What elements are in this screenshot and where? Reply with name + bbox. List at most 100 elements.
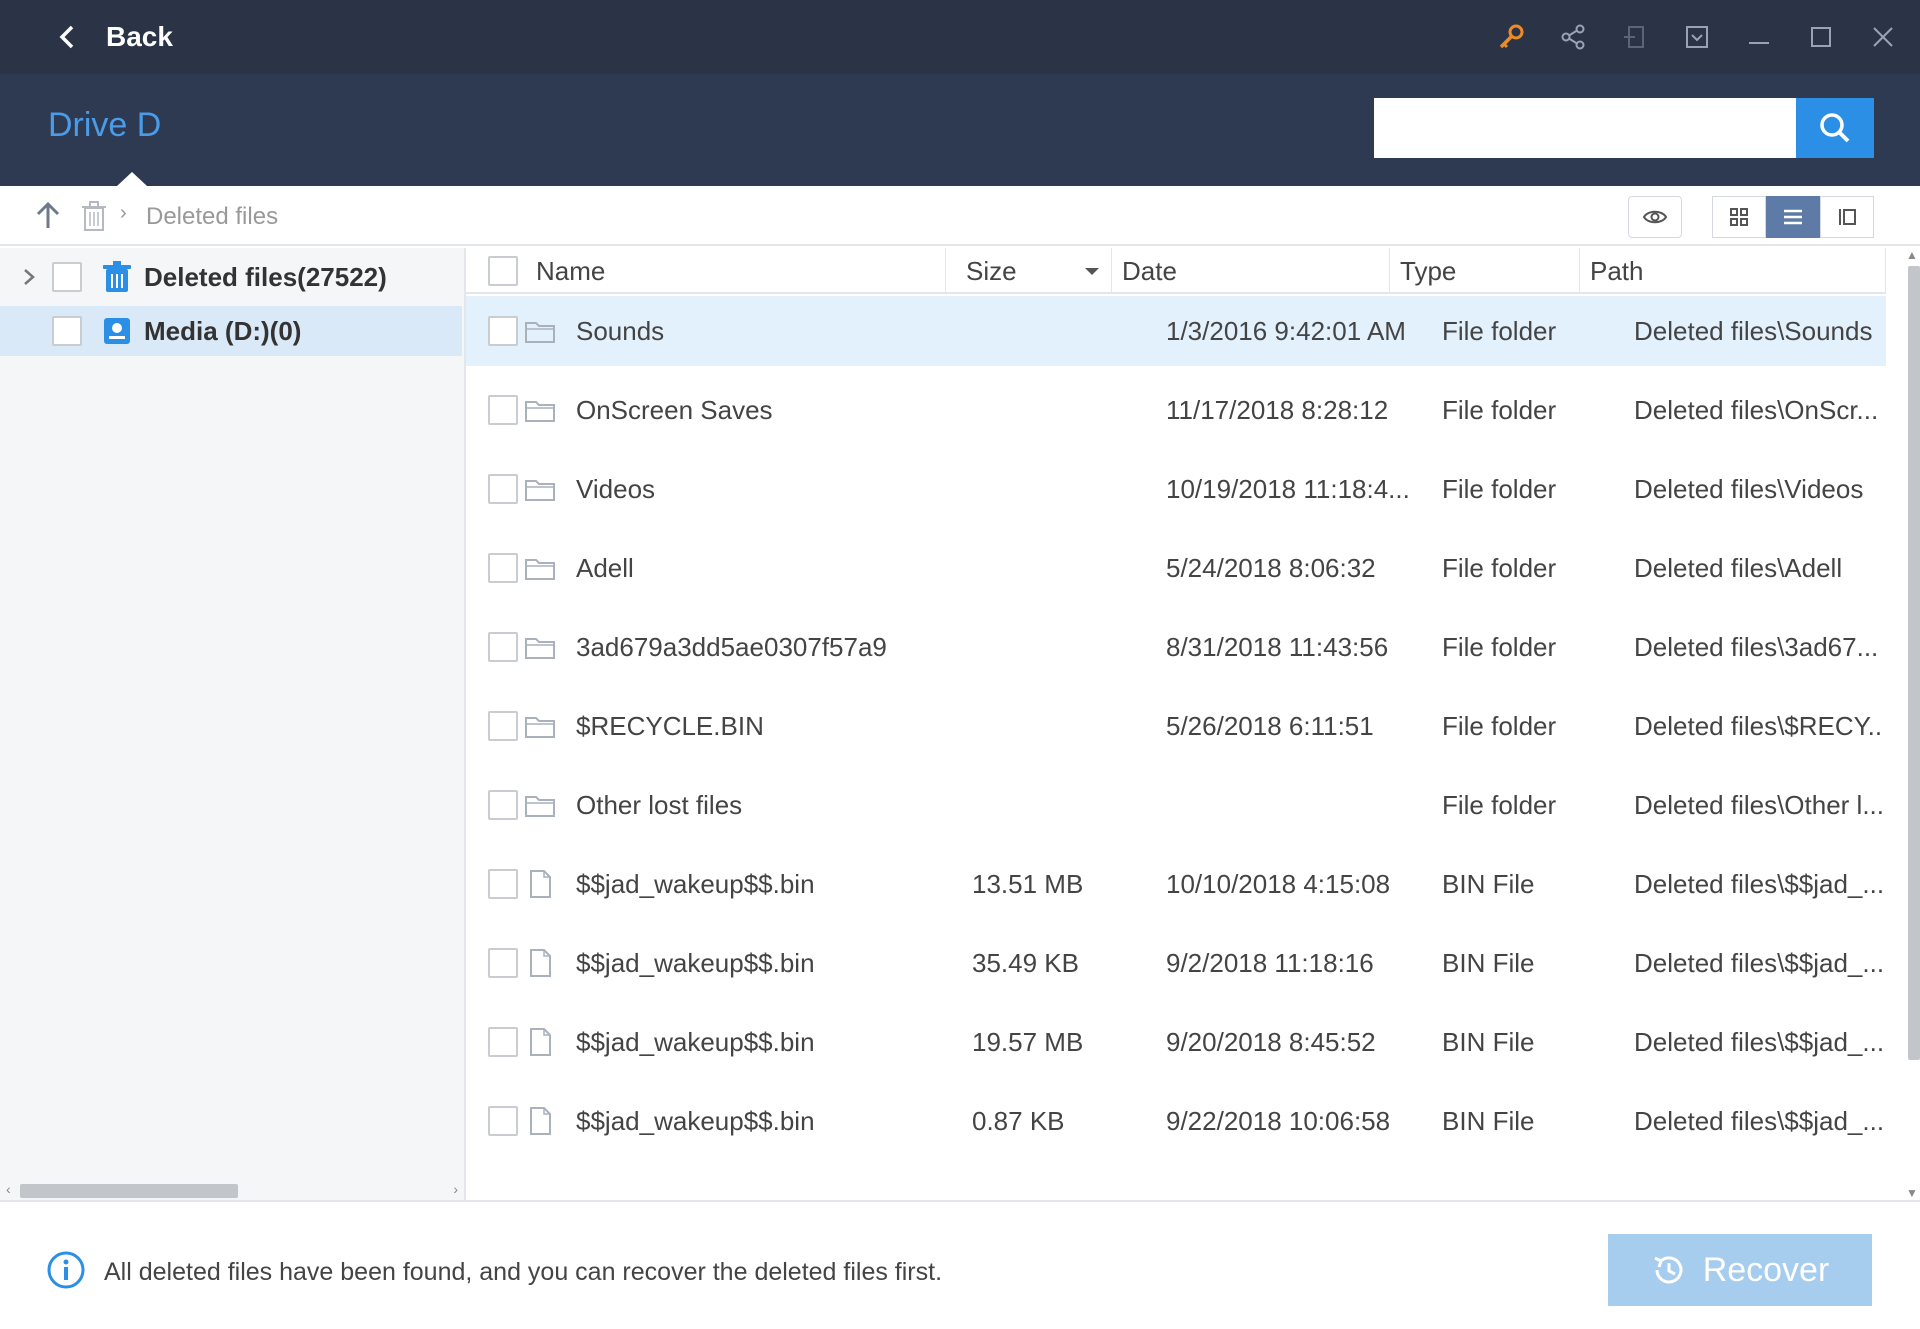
tree-item-deleted-files[interactable]: Deleted files(27522) [0,252,462,302]
scrollbar-thumb[interactable] [1908,266,1920,1060]
row-checkbox[interactable] [488,316,518,346]
row-checkbox[interactable] [488,1027,518,1057]
table-row[interactable]: $$jad_wakeup$$.bin 13.51 MB 10/10/2018 4:1… [466,849,1886,919]
row-checkbox[interactable] [488,790,518,820]
preview-button[interactable] [1628,196,1682,238]
recover-button[interactable]: Recover [1608,1234,1872,1306]
back-button[interactable]: Back [58,12,173,62]
table-row[interactable]: $$jad_wakeup$$.bin 0.87 KB 9/22/2018 10:06… [466,1086,1886,1156]
table-row[interactable]: Videos 10/19/2018 11:18:4... File folder De… [466,454,1886,524]
cell-type: File folder [1442,394,1557,425]
cell-size [972,770,1142,840]
list-icon [1784,209,1802,225]
table-row[interactable]: OnScreen Saves 11/17/2018 8:28:12 File fol… [466,375,1886,445]
cell-type: File folder [1442,552,1557,583]
trash-icon [103,261,131,292]
folder-icon [524,473,556,505]
tree-item-media-drive[interactable]: Media (D:)(0) [0,306,462,356]
cell-type: File folder [1442,789,1557,820]
cell-name: $RECYCLE.BIN [576,710,764,741]
table-row[interactable]: 3ad679a3dd5ae0307f57a9 8/31/2018 11:43:56… [466,612,1886,682]
select-all-checkbox[interactable] [488,256,518,286]
cell-path: Deleted files\$RECY... [1634,710,1884,741]
key-icon[interactable] [1494,20,1528,54]
cell-date: 5/26/2018 6:11:51 [1166,710,1374,741]
cell-size [972,612,1142,682]
cell-name: Videos [576,473,656,504]
column-header-date[interactable]: Date [1112,248,1390,294]
table-row[interactable]: $$jad_wakeup$$.bin 19.57 MB 9/20/2018 8:45… [466,1007,1886,1077]
scroll-up-icon[interactable]: ▲ [1906,248,1918,262]
breadcrumb[interactable]: Deleted files [146,203,278,231]
maximize-icon[interactable] [1804,20,1838,54]
cell-name: OnScreen Saves [576,394,773,425]
exit-icon[interactable] [1618,20,1652,54]
close-icon[interactable] [1866,20,1900,54]
drive-tab-pointer [117,172,147,186]
table-row[interactable]: Other lost files File folder Deleted files… [466,770,1886,840]
cell-path: Deleted files\$$jad_... [1634,947,1884,978]
cell-date [1166,770,1436,840]
cell-size [972,454,1142,524]
table-row[interactable]: Adell 5/24/2018 8:06:32 File folder Deleted… [466,533,1886,603]
cell-size [972,691,1142,761]
search-button[interactable] [1796,98,1874,158]
search-icon [1820,113,1850,143]
grid-view-button[interactable] [1712,196,1766,238]
row-checkbox[interactable] [488,632,518,662]
search-input[interactable] [1374,98,1796,158]
cell-name: Other lost files [576,789,743,820]
table-row[interactable]: $$jad_wakeup$$.bin 35.49 KB 9/2/2018 11:18… [466,928,1886,998]
grid-icon [1730,208,1748,226]
row-checkbox[interactable] [488,1106,518,1136]
list-view-button[interactable] [1766,196,1820,238]
tree-item-label: Deleted files(27522) [144,261,387,292]
column-header-size[interactable]: Size [956,248,1112,294]
scroll-right-icon[interactable]: › [453,1181,458,1197]
eye-icon [1642,210,1668,224]
tree-item-label: Media (D:)(0) [144,315,302,346]
share-icon[interactable] [1556,20,1590,54]
row-checkbox[interactable] [488,395,518,425]
history-icon [1654,1256,1683,1284]
checkbox[interactable] [52,262,82,292]
row-checkbox[interactable] [488,553,518,583]
dropdown-icon[interactable] [1680,20,1714,54]
folder-icon [524,552,556,584]
cell-path: Deleted files\3ad67... [1634,631,1879,662]
cell-name: $$jad_wakeup$$.bin [576,947,815,978]
cell-name: $$jad_wakeup$$.bin [576,1105,815,1136]
row-checkbox[interactable] [488,711,518,741]
cell-date: 9/20/2018 8:45:52 [1166,1026,1376,1057]
cell-date: 5/24/2018 8:06:32 [1166,552,1376,583]
checkbox[interactable] [52,316,82,346]
table-row[interactable]: $RECYCLE.BIN 5/26/2018 6:11:51 File folder… [466,691,1886,761]
file-list: Name Size Date Type Path Sounds 1/3/2016 … [466,248,1920,1200]
arrow-up-icon[interactable] [32,200,64,232]
row-checkbox[interactable] [488,474,518,504]
detail-view-button[interactable] [1820,196,1874,238]
cell-date: 10/19/2018 11:18:4... [1166,473,1410,504]
column-header-path[interactable]: Path [1580,248,1886,294]
column-header-name[interactable]: Name [526,248,946,294]
minimize-icon[interactable] [1742,20,1776,54]
info-icon [47,1251,85,1289]
chevron-left-icon [59,25,74,49]
scroll-down-icon[interactable]: ▼ [1906,1186,1918,1200]
table-row[interactable]: Sounds 1/3/2016 9:42:01 AM File folder Dele… [466,296,1886,366]
chevron-right-icon[interactable] [20,267,38,287]
vertical-scrollbar[interactable]: ▲ ▼ [1904,248,1920,1200]
column-header-type[interactable]: Type [1390,248,1580,294]
table-header: Name Size Date Type Path [466,248,1886,294]
scroll-left-icon[interactable]: ‹ [6,1181,11,1197]
trash-icon [82,201,106,231]
scrollbar-thumb[interactable] [20,1184,238,1198]
recover-label: Recover [1702,1250,1830,1289]
cell-type: File folder [1442,631,1557,662]
cell-type: File folder [1442,710,1557,741]
cell-size [972,533,1142,603]
row-checkbox[interactable] [488,948,518,978]
cell-path: Deleted files\Adell [1634,552,1843,583]
horizontal-scrollbar[interactable]: ‹ › [6,1181,458,1198]
row-checkbox[interactable] [488,869,518,899]
